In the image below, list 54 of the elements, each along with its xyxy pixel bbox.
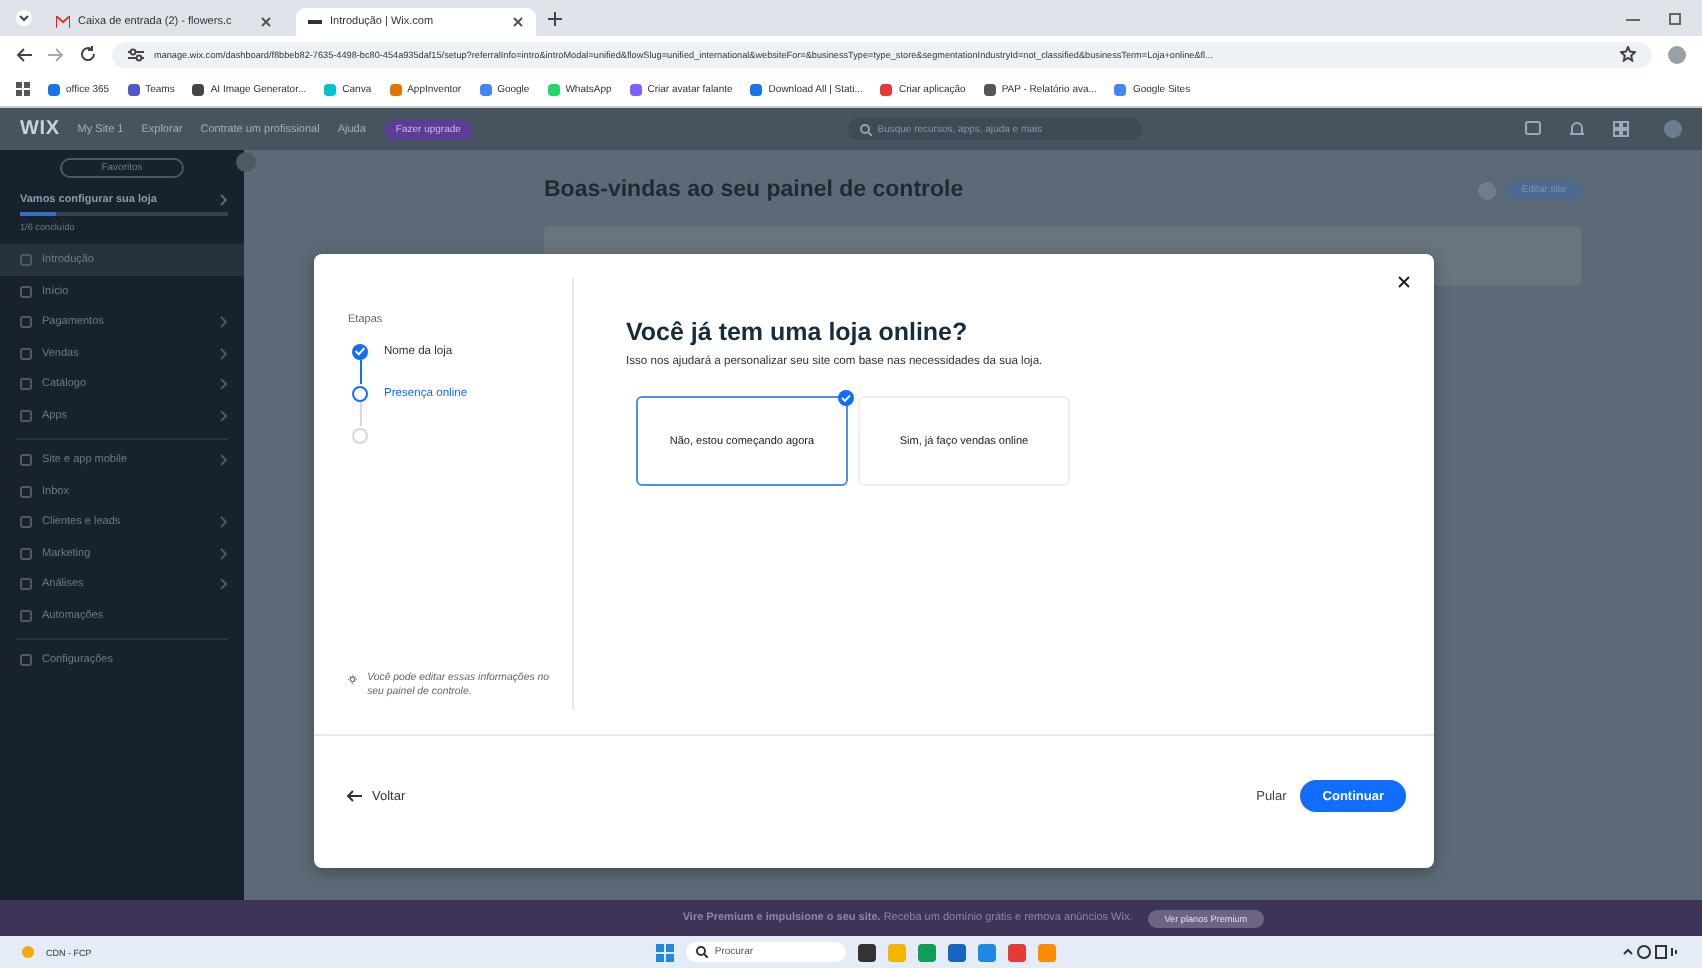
chevron-icon — [220, 194, 228, 206]
profile-avatar[interactable] — [1668, 45, 1686, 63]
menu-item-icon — [20, 285, 32, 298]
menu-item-icon — [20, 347, 32, 360]
tray-icon — [1622, 944, 1682, 960]
site-icon — [479, 83, 492, 95]
menu-item-icon — [20, 516, 32, 529]
bell-icon — [1568, 120, 1587, 138]
dialog-title: Você já tem uma loja online? — [626, 318, 970, 346]
site-icon — [547, 83, 560, 95]
lightbulb-icon — [348, 671, 358, 688]
menu-item-icon — [20, 378, 32, 391]
menu-item-icon — [20, 609, 32, 622]
reload-icon — [80, 46, 96, 62]
forward-arrow-icon — [48, 47, 64, 61]
menu-item-icon — [20, 654, 32, 667]
plus-icon — [548, 11, 562, 25]
menu-item-icon — [20, 578, 32, 591]
menu-item-icon — [20, 254, 32, 267]
menu-item-icon — [20, 409, 32, 422]
star-icon — [1620, 46, 1636, 62]
check-badge-icon — [838, 390, 854, 406]
site-icon — [192, 83, 205, 95]
site-icon — [1114, 83, 1127, 95]
site-icon — [48, 83, 60, 95]
menu-item-icon — [20, 547, 32, 560]
site-icon — [127, 83, 140, 95]
site-icon — [389, 83, 402, 95]
user-avatar[interactable] — [1664, 120, 1683, 138]
site-icon — [629, 83, 642, 95]
site-icon — [324, 83, 337, 95]
page-title: Boas-vindas ao seu painel de controle — [544, 178, 964, 202]
menu-item-icon — [20, 316, 32, 329]
site-icon — [983, 83, 996, 95]
close-icon — [512, 16, 524, 28]
weather-icon — [20, 944, 38, 960]
site-icon — [880, 83, 893, 95]
grid-icon — [1612, 120, 1631, 138]
caret-icon — [16, 10, 32, 26]
menu-item-icon — [20, 485, 32, 498]
menu-item-icon — [20, 454, 32, 467]
close-icon — [1398, 276, 1410, 288]
back-arrow-icon — [346, 790, 362, 802]
close-icon — [260, 16, 272, 28]
site-icon — [750, 83, 763, 95]
mail-icon — [56, 16, 70, 28]
windows-start-icon — [656, 943, 675, 961]
back-arrow-icon — [16, 47, 32, 61]
collapse-handle[interactable] — [236, 152, 256, 172]
site-settings-icon — [128, 47, 144, 61]
apps-grid-icon — [16, 82, 30, 96]
restore-icon — [1668, 11, 1682, 25]
address-bar[interactable] — [112, 41, 1652, 67]
wix-logo[interactable]: WIX — [20, 118, 60, 140]
